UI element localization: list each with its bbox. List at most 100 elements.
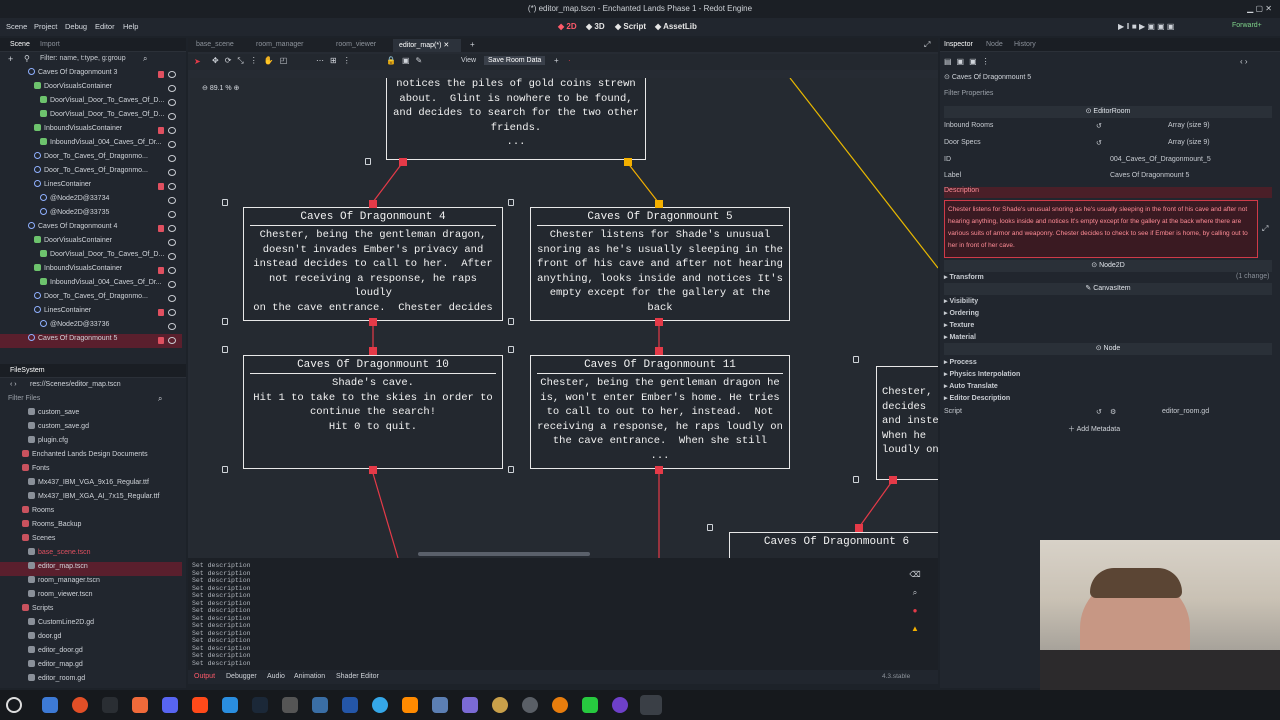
tab-import[interactable]: Import [40,41,60,48]
file-item[interactable]: Mx437_IBM_XGA_AI_7x15_Regular.ttf [0,492,182,506]
door-port[interactable] [655,318,663,326]
prop-door-specs[interactable]: Door Specs ↺ Array (size 9) [944,139,1272,153]
filesystem-filter-input[interactable]: Filter Files [8,395,40,402]
play-controls[interactable]: ▶ ‖ ■ ▶ ▣ ▣ ▣ [1118,22,1174,31]
canvas-viewport[interactable]: notices the piles of gold coins strewn a… [190,78,938,558]
reset-icon[interactable]: ↺ [1096,122,1102,130]
eye-icon[interactable] [168,127,176,134]
folder-item[interactable]: Scripts [0,604,182,618]
error-filter-icon[interactable]: ● [900,602,930,620]
expand-icon[interactable]: ⤢ [1262,224,1268,234]
renderer-select[interactable]: Forward+ [1232,22,1262,29]
file-item[interactable]: Mx437_IBM_VGA_9x16_Regular.ttf [0,478,182,492]
app-icon[interactable] [132,697,148,713]
gear-icon[interactable]: ⚙ [1110,408,1116,416]
eye-icon[interactable] [168,323,176,330]
app-icon[interactable] [342,697,358,713]
add-icon[interactable]: + [554,56,559,65]
link-icon[interactable]: ⚲ [24,54,30,63]
tab-debugger[interactable]: Debugger [226,673,257,680]
workspace-2d[interactable]: ◆ 2D [558,22,577,31]
horizontal-scrollbar[interactable] [418,552,590,556]
reset-icon[interactable]: ↺ [1096,139,1102,147]
lock-icon[interactable] [508,466,514,473]
prop-id[interactable]: ID 004_Caves_Of_Dragonmount_5 [944,156,1272,170]
lock-icon[interactable] [158,71,164,78]
tree-item[interactable]: Door_To_Caves_Of_Dragonmo... [0,292,182,306]
clear-icon[interactable]: ⌫ [900,566,930,584]
redot-icon[interactable] [640,695,662,715]
tree-item[interactable]: @Node2D@33736 [0,320,182,334]
lock-icon[interactable] [158,309,164,316]
blender-icon[interactable] [552,697,568,713]
workspace-script[interactable]: ◆ Script [615,22,646,31]
folder-item[interactable]: Fonts [0,464,182,478]
lock-icon[interactable] [508,199,514,206]
mail-icon[interactable] [432,697,448,713]
tree-item[interactable]: DoorVisual_Door_To_Caves_Of_D... [0,96,182,110]
room-node[interactable]: Caves Of Dragonmount 6 [729,532,938,558]
tab-room-manager[interactable]: room_manager [256,41,303,48]
new-tab-icon[interactable]: + [470,40,475,49]
door-port[interactable] [655,466,663,474]
prop-script[interactable]: Script ↺ ⚙ editor_room.gd [944,408,1272,422]
eye-icon[interactable] [168,155,176,162]
tree-item[interactable]: LinesContainer [0,180,182,194]
tab-filesystem[interactable]: FileSystem [10,367,45,374]
workspace-3d[interactable]: ◆ 3D [586,22,605,31]
steam-icon[interactable] [252,697,268,713]
menu-debug[interactable]: Debug [65,22,87,31]
door-port[interactable] [624,158,632,166]
tree-item[interactable]: Door_To_Caves_Of_Dragonmo... [0,152,182,166]
scene-filter-input[interactable]: Filter: name, t:type, g:group [40,55,126,62]
eye-icon[interactable] [168,113,176,120]
file-item[interactable]: custom_save [0,408,182,422]
tab-audio[interactable]: Audio [267,673,285,680]
lock-icon[interactable] [222,199,228,206]
folder-item[interactable]: Rooms_Backup [0,520,182,534]
tab-inspector[interactable]: Inspector [944,41,973,48]
menu-project[interactable]: Project [34,22,57,31]
tree-item[interactable]: DoorVisualsContainer [0,82,182,96]
door-port[interactable] [369,347,377,355]
lock-icon[interactable] [853,476,859,483]
description-textarea[interactable]: Chester listens for Shade's unusual snor… [944,200,1258,258]
workspace-assetlib[interactable]: ◆ AssetLib [655,22,697,31]
tab-room-viewer[interactable]: room_viewer [336,41,376,48]
file-item[interactable]: CustomLine2D.gd [0,618,182,632]
door-port[interactable] [855,524,863,532]
room-node[interactable]: notices the piles of gold coins strewn a… [386,78,646,160]
terminal-icon[interactable] [102,697,118,713]
add-metadata-button[interactable]: ＋ Add Metadata [1068,424,1120,434]
door-port[interactable] [399,158,407,166]
file-item[interactable]: base_scene.tscn [0,548,182,562]
room-node[interactable]: Caves Of Dragonmount 11 Chester, being t… [530,355,790,469]
tree-item[interactable]: InboundVisual_004_Caves_Of_Dr... [0,278,182,292]
tab-shader-editor[interactable]: Shader Editor [336,673,379,680]
eye-icon[interactable] [168,99,176,106]
eye-icon[interactable] [168,183,176,190]
files-icon[interactable] [42,697,58,713]
eye-icon[interactable] [168,295,176,302]
eye-icon[interactable] [168,169,176,176]
file-item[interactable]: editor_door.gd [0,646,182,660]
tree-item[interactable]: Door_To_Caves_Of_Dragonmo... [0,166,182,180]
output-filter-buttons[interactable]: ⌫ ⌕ ● ▲ [900,566,930,638]
save-room-data-button[interactable]: Save Room Data [484,56,546,65]
door-port[interactable] [369,466,377,474]
file-item[interactable]: room_manager.tscn [0,576,182,590]
folder-item[interactable]: Rooms [0,506,182,520]
eye-icon[interactable] [168,239,176,246]
search-icon[interactable]: ⌕ [900,584,930,602]
prop-value[interactable]: editor_room.gd [1162,408,1209,415]
tree-item[interactable]: DoorVisualsContainer [0,236,182,250]
filesystem-path-text[interactable]: res://Scenes/editor_map.tscn [30,381,121,388]
door-port[interactable] [369,318,377,326]
file-item[interactable]: door.gd [0,632,182,646]
filter-properties-input[interactable]: Filter Properties [944,90,993,97]
tree-item[interactable]: InboundVisual_004_Caves_Of_Dr... [0,138,182,152]
prop-inbound-rooms[interactable]: Inbound Rooms ↺ Array (size 9) [944,122,1272,136]
prop-value[interactable]: 004_Caves_Of_Dragonmount_5 [1110,156,1211,163]
lock-icon[interactable] [158,183,164,190]
tree-item[interactable]: InboundVisualsContainer [0,264,182,278]
